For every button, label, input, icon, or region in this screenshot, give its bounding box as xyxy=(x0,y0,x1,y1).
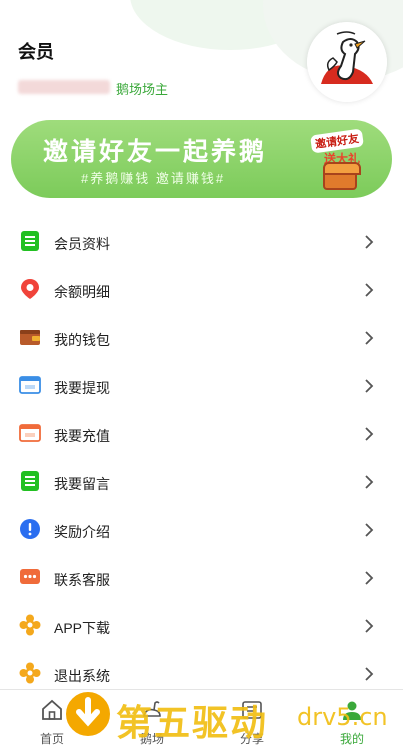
chevron-right-icon xyxy=(365,523,374,537)
menu-item-balance-details[interactable]: 余额明细 xyxy=(0,266,403,314)
menu-item-my-wallet[interactable]: 我的钱包 xyxy=(0,314,403,362)
tab-label: 我的 xyxy=(339,732,364,746)
member-header: 会员 鹅场场主 xyxy=(0,0,403,112)
location-pin-icon xyxy=(21,279,39,299)
wallet-icon xyxy=(20,330,40,345)
banner-subtitle: #养鹅赚钱 邀请赚钱# xyxy=(81,171,226,186)
chevron-right-icon xyxy=(365,379,374,393)
watermark-domain: drv5.cn xyxy=(297,703,388,731)
menu-item-label: 退出系统 xyxy=(54,668,110,684)
menu-item-member-profile[interactable]: 会员资料 xyxy=(0,218,403,266)
chevron-right-icon xyxy=(365,619,374,633)
document-list-icon xyxy=(21,231,39,251)
member-page: 会员 鹅场场主 邀请好友一起养鹅 #养鹅赚钱 邀请赚钱# 邀请好友 送大礼 会员… xyxy=(0,0,403,752)
menu-item-label: 奖励介绍 xyxy=(54,524,110,540)
flower-icon xyxy=(19,614,41,636)
menu-item-recharge[interactable]: 我要充值 xyxy=(0,410,403,458)
avatar[interactable] xyxy=(307,22,387,102)
menu-item-label: 余额明细 xyxy=(54,284,110,300)
chevron-right-icon xyxy=(365,475,374,489)
home-icon xyxy=(42,699,62,720)
chevron-right-icon xyxy=(365,571,374,585)
goose-logo-icon xyxy=(307,22,387,102)
message-list-icon xyxy=(21,471,39,491)
menu-item-label: 我要提现 xyxy=(54,380,110,396)
withdraw-card-icon xyxy=(19,376,41,394)
user-role: 鹅场场主 xyxy=(116,82,169,97)
invite-friends-banner[interactable]: 邀请好友一起养鹅 #养鹅赚钱 邀请赚钱# 邀请好友 送大礼 xyxy=(11,120,392,198)
menu-item-contact-support[interactable]: 联系客服 xyxy=(0,554,403,602)
recharge-card-icon xyxy=(19,424,41,442)
member-menu: 会员资料 余额明细 我的钱包 我要提现 我要充值 我要留言 奖励介绍 联系客服 … xyxy=(0,218,403,698)
menu-item-withdraw[interactable]: 我要提现 xyxy=(0,362,403,410)
menu-item-app-download[interactable]: APP下载 xyxy=(0,602,403,650)
menu-item-label: 会员资料 xyxy=(54,236,110,252)
chat-bubble-icon xyxy=(20,569,40,584)
banner-title: 邀请好友一起养鹅 xyxy=(43,137,268,166)
flower-icon xyxy=(19,662,41,684)
watermark-download-icon xyxy=(64,690,112,738)
user-id-blurred xyxy=(18,80,110,94)
chevron-right-icon xyxy=(365,427,374,441)
menu-item-label: 我要充值 xyxy=(54,428,110,444)
menu-item-reward-intro[interactable]: 奖励介绍 xyxy=(0,506,403,554)
page-title: 会员 xyxy=(18,42,54,62)
menu-item-label: APP下载 xyxy=(54,620,111,636)
menu-item-label: 我的钱包 xyxy=(54,332,110,348)
treasure-chest-icon xyxy=(323,162,361,190)
info-exclamation-icon xyxy=(20,519,40,539)
watermark-text: 第五驱动 xyxy=(116,703,269,744)
chevron-right-icon xyxy=(365,667,374,681)
menu-item-label: 联系客服 xyxy=(54,572,110,588)
chevron-right-icon xyxy=(365,331,374,345)
menu-item-leave-message[interactable]: 我要留言 xyxy=(0,458,403,506)
chevron-right-icon xyxy=(365,283,374,297)
menu-item-label: 我要留言 xyxy=(54,476,110,492)
chevron-right-icon xyxy=(365,235,374,249)
